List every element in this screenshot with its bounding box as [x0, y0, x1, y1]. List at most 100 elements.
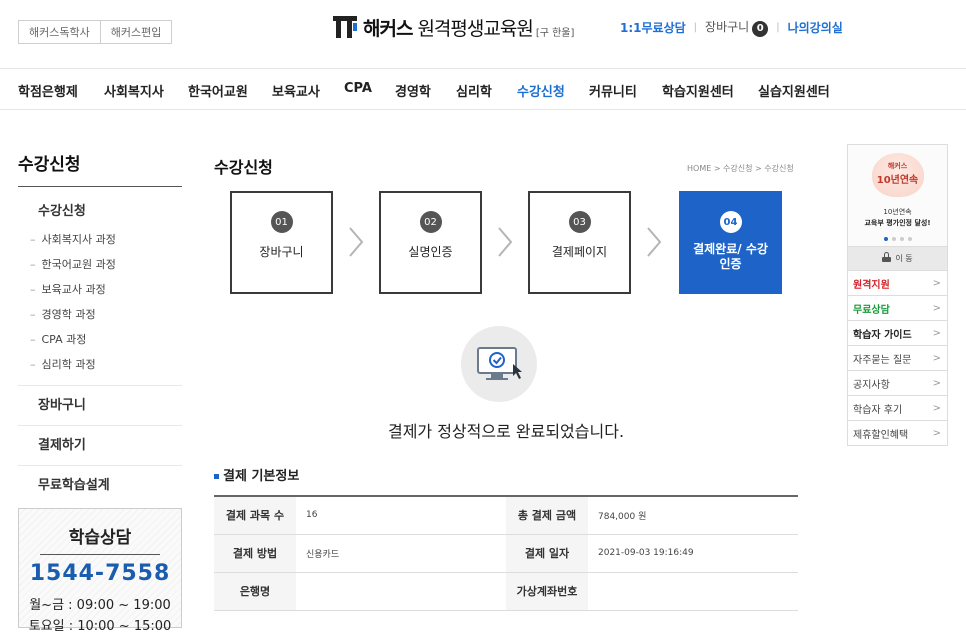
banner-brand: 해커스 [887, 162, 908, 170]
sidebar-sub-item[interactable]: – CPA 과정 [18, 327, 182, 352]
quick-item-notice[interactable]: 공지사항 > [847, 371, 948, 396]
nav-korean-teacher[interactable]: 한국어교원 [188, 81, 248, 100]
banner-pagination [848, 237, 947, 241]
top-header: 해커스독학사 해커스편입 해커스 원격평생교육원 [구 한울] 1:1무료상담 … [0, 0, 966, 62]
step-label: 장바구니 [259, 245, 304, 259]
step-identity: 02 실명인증 [379, 191, 482, 294]
table-row: 은행명 가상계좌번호 [214, 572, 798, 611]
payment-info-table: 결제 과목 수 16 총 결제 금액 784,000 원 결제 방법 신용카드 … [214, 495, 798, 611]
chevron-right-icon [349, 227, 364, 257]
table-header-cell: 총 결제 금액 [506, 496, 588, 535]
site-logo[interactable]: 해커스 원격평생교육원 [구 한울] [333, 14, 574, 41]
sidebar-sub-item[interactable]: – 한국어교원 과정 [18, 252, 182, 277]
nav-business[interactable]: 경영학 [395, 81, 431, 100]
pagination-dot[interactable] [907, 237, 912, 241]
sidebar-item-payment[interactable]: 결제하기 [18, 425, 182, 465]
quick-item-reviews[interactable]: 학습자 후기 > [847, 396, 948, 421]
table-cell: 16 [296, 496, 506, 535]
sidebar-item-enrollment[interactable]: 수강신청 [18, 199, 182, 225]
table-cell: 784,000 원 [588, 496, 798, 535]
sidebar-sub-item[interactable]: – 보육교사 과정 [18, 277, 182, 302]
separator: | [693, 21, 698, 33]
arrow-right-icon: > [932, 402, 941, 414]
payment-info-title: 결제 기본정보 [214, 465, 299, 484]
logo-subtitle: 원격평생교육원 [417, 18, 533, 40]
cart-link[interactable]: 장바구니 0 [705, 18, 769, 37]
arrow-right-icon: > [932, 277, 941, 289]
arrow-right-icon: > [932, 327, 941, 339]
table-header-cell: 가상계좌번호 [506, 572, 588, 611]
site-tabs: 해커스독학사 해커스편입 [18, 20, 173, 44]
nav-enrollment[interactable]: 수강신청 [517, 81, 565, 100]
nav-community[interactable]: 커뮤니티 [589, 81, 637, 100]
breadcrumb: HOME > 수강신청 > 수강신청 [687, 164, 794, 173]
consult-box: 학습상담 1544-7558 월~금 : 09:00 ~ 19:00 토요일 :… [18, 508, 182, 634]
sidebar-sub-list: – 사회복지사 과정 – 한국어교원 과정 – 보육교사 과정 – 경영학 과정 – CP… [18, 227, 182, 377]
step-number: 03 [568, 211, 591, 233]
main-nav: 학점은행제 사회복지사 한국어교원 보육교사 CPA 경영학 심리학 수강신청 … [0, 68, 966, 110]
sidebar: 수강신청 수강신청 – 사회복지사 과정 – 한국어교원 과정 – 보육교사 과정 –… [18, 150, 182, 505]
quick-move-button[interactable]: 이 동 [847, 247, 948, 271]
site-tab-dokhaksa[interactable]: 해커스독학사 [18, 20, 101, 44]
arrow-right-icon: > [932, 427, 941, 439]
quick-item-remote-support[interactable]: 원격지원 > [847, 271, 948, 296]
logo-note: [구 한울] [535, 28, 575, 39]
pagination-dot[interactable] [883, 237, 888, 241]
sidebar-sub-item[interactable]: – 심리학 과정 [18, 352, 182, 377]
arrow-right-icon: > [932, 352, 941, 364]
nav-social-worker[interactable]: 사회복지사 [104, 81, 164, 100]
quick-item-free-consult[interactable]: 무료상담 > [847, 296, 948, 321]
sidebar-group: 수강신청 – 사회복지사 과정 – 한국어교원 과정 – 보육교사 과정 – 경영학 과… [18, 199, 182, 377]
cart-count-badge: 0 [752, 20, 769, 37]
table-row: 결제 방법 신용카드 결제 일자 2021-09-03 19:16:49 [214, 534, 798, 573]
nav-cpa[interactable]: CPA [344, 81, 372, 96]
table-cell [588, 572, 798, 611]
cart-label: 장바구니 [705, 20, 750, 34]
consult-hours-weekday: 월~금 : 09:00 ~ 19:00 [29, 598, 171, 613]
nav-learning-support[interactable]: 학습지원센터 [662, 81, 734, 100]
nav-childcare-teacher[interactable]: 보육교사 [272, 81, 320, 100]
quick-menu: 해커스 10년연속 10년연속 교육부 평가인정 달성! 이 동 원격지원 > 무… [847, 144, 948, 446]
sidebar-sub-item[interactable]: – 경영학 과정 [18, 302, 182, 327]
award-banner[interactable]: 해커스 10년연속 10년연속 교육부 평가인정 달성! [847, 144, 948, 247]
chevron-right-icon [498, 227, 513, 257]
table-header-cell: 결제 방법 [214, 534, 296, 573]
arrow-right-icon: > [932, 302, 941, 314]
bullet-icon [214, 474, 219, 479]
sidebar-title: 수강신청 [18, 150, 182, 187]
step-payment: 03 결제페이지 [528, 191, 631, 294]
step-label: 결제페이지 [551, 245, 608, 259]
step-number: 01 [270, 211, 293, 233]
banner-years: 10년연속 [876, 175, 919, 186]
sidebar-item-cart[interactable]: 장바구니 [18, 385, 182, 425]
banner-line1: 10년연속 [883, 208, 912, 216]
table-header-cell: 결제 과목 수 [214, 496, 296, 535]
consult-title: 학습상담 [68, 528, 132, 548]
arrow-right-icon: > [932, 377, 941, 389]
site-tab-pyeonip[interactable]: 해커스편입 [100, 20, 173, 44]
pagination-dot[interactable] [899, 237, 904, 241]
consult-phone: 1544-7558 [29, 561, 171, 586]
sidebar-sub-item[interactable]: – 사회복지사 과정 [18, 227, 182, 252]
step-number: 04 [719, 211, 742, 233]
table-header-cell: 은행명 [214, 572, 296, 611]
table-cell [296, 572, 506, 611]
nav-credit-bank[interactable]: 학점은행제 [18, 81, 78, 100]
table-row: 결제 과목 수 16 총 결제 금액 784,000 원 [214, 496, 798, 535]
table-cell: 2021-09-03 19:16:49 [588, 534, 798, 573]
step-label: 결제완료/ 수강인증 [693, 242, 768, 271]
quick-item-learner-guide[interactable]: 학습자 가이드 > [847, 321, 948, 346]
my-classroom-link[interactable]: 나의강의실 [788, 19, 843, 36]
step-cart: 01 장바구니 [230, 191, 333, 294]
quick-item-faq[interactable]: 자주묻는 질문 > [847, 346, 948, 371]
logo-brand: 해커스 [363, 18, 413, 40]
quick-item-discounts[interactable]: 제휴할인혜택 > [847, 421, 948, 446]
pagination-dot[interactable] [891, 237, 896, 241]
divider [40, 554, 160, 555]
sidebar-item-free-plan[interactable]: 무료학습설계 [18, 465, 182, 505]
nav-practice-support[interactable]: 실습지원센터 [758, 81, 830, 100]
nav-psychology[interactable]: 심리학 [456, 81, 492, 100]
banner-line2: 교육부 평가인정 달성! [864, 219, 931, 227]
free-consult-link[interactable]: 1:1무료상담 [620, 19, 686, 36]
table-header-cell: 결제 일자 [506, 534, 588, 573]
